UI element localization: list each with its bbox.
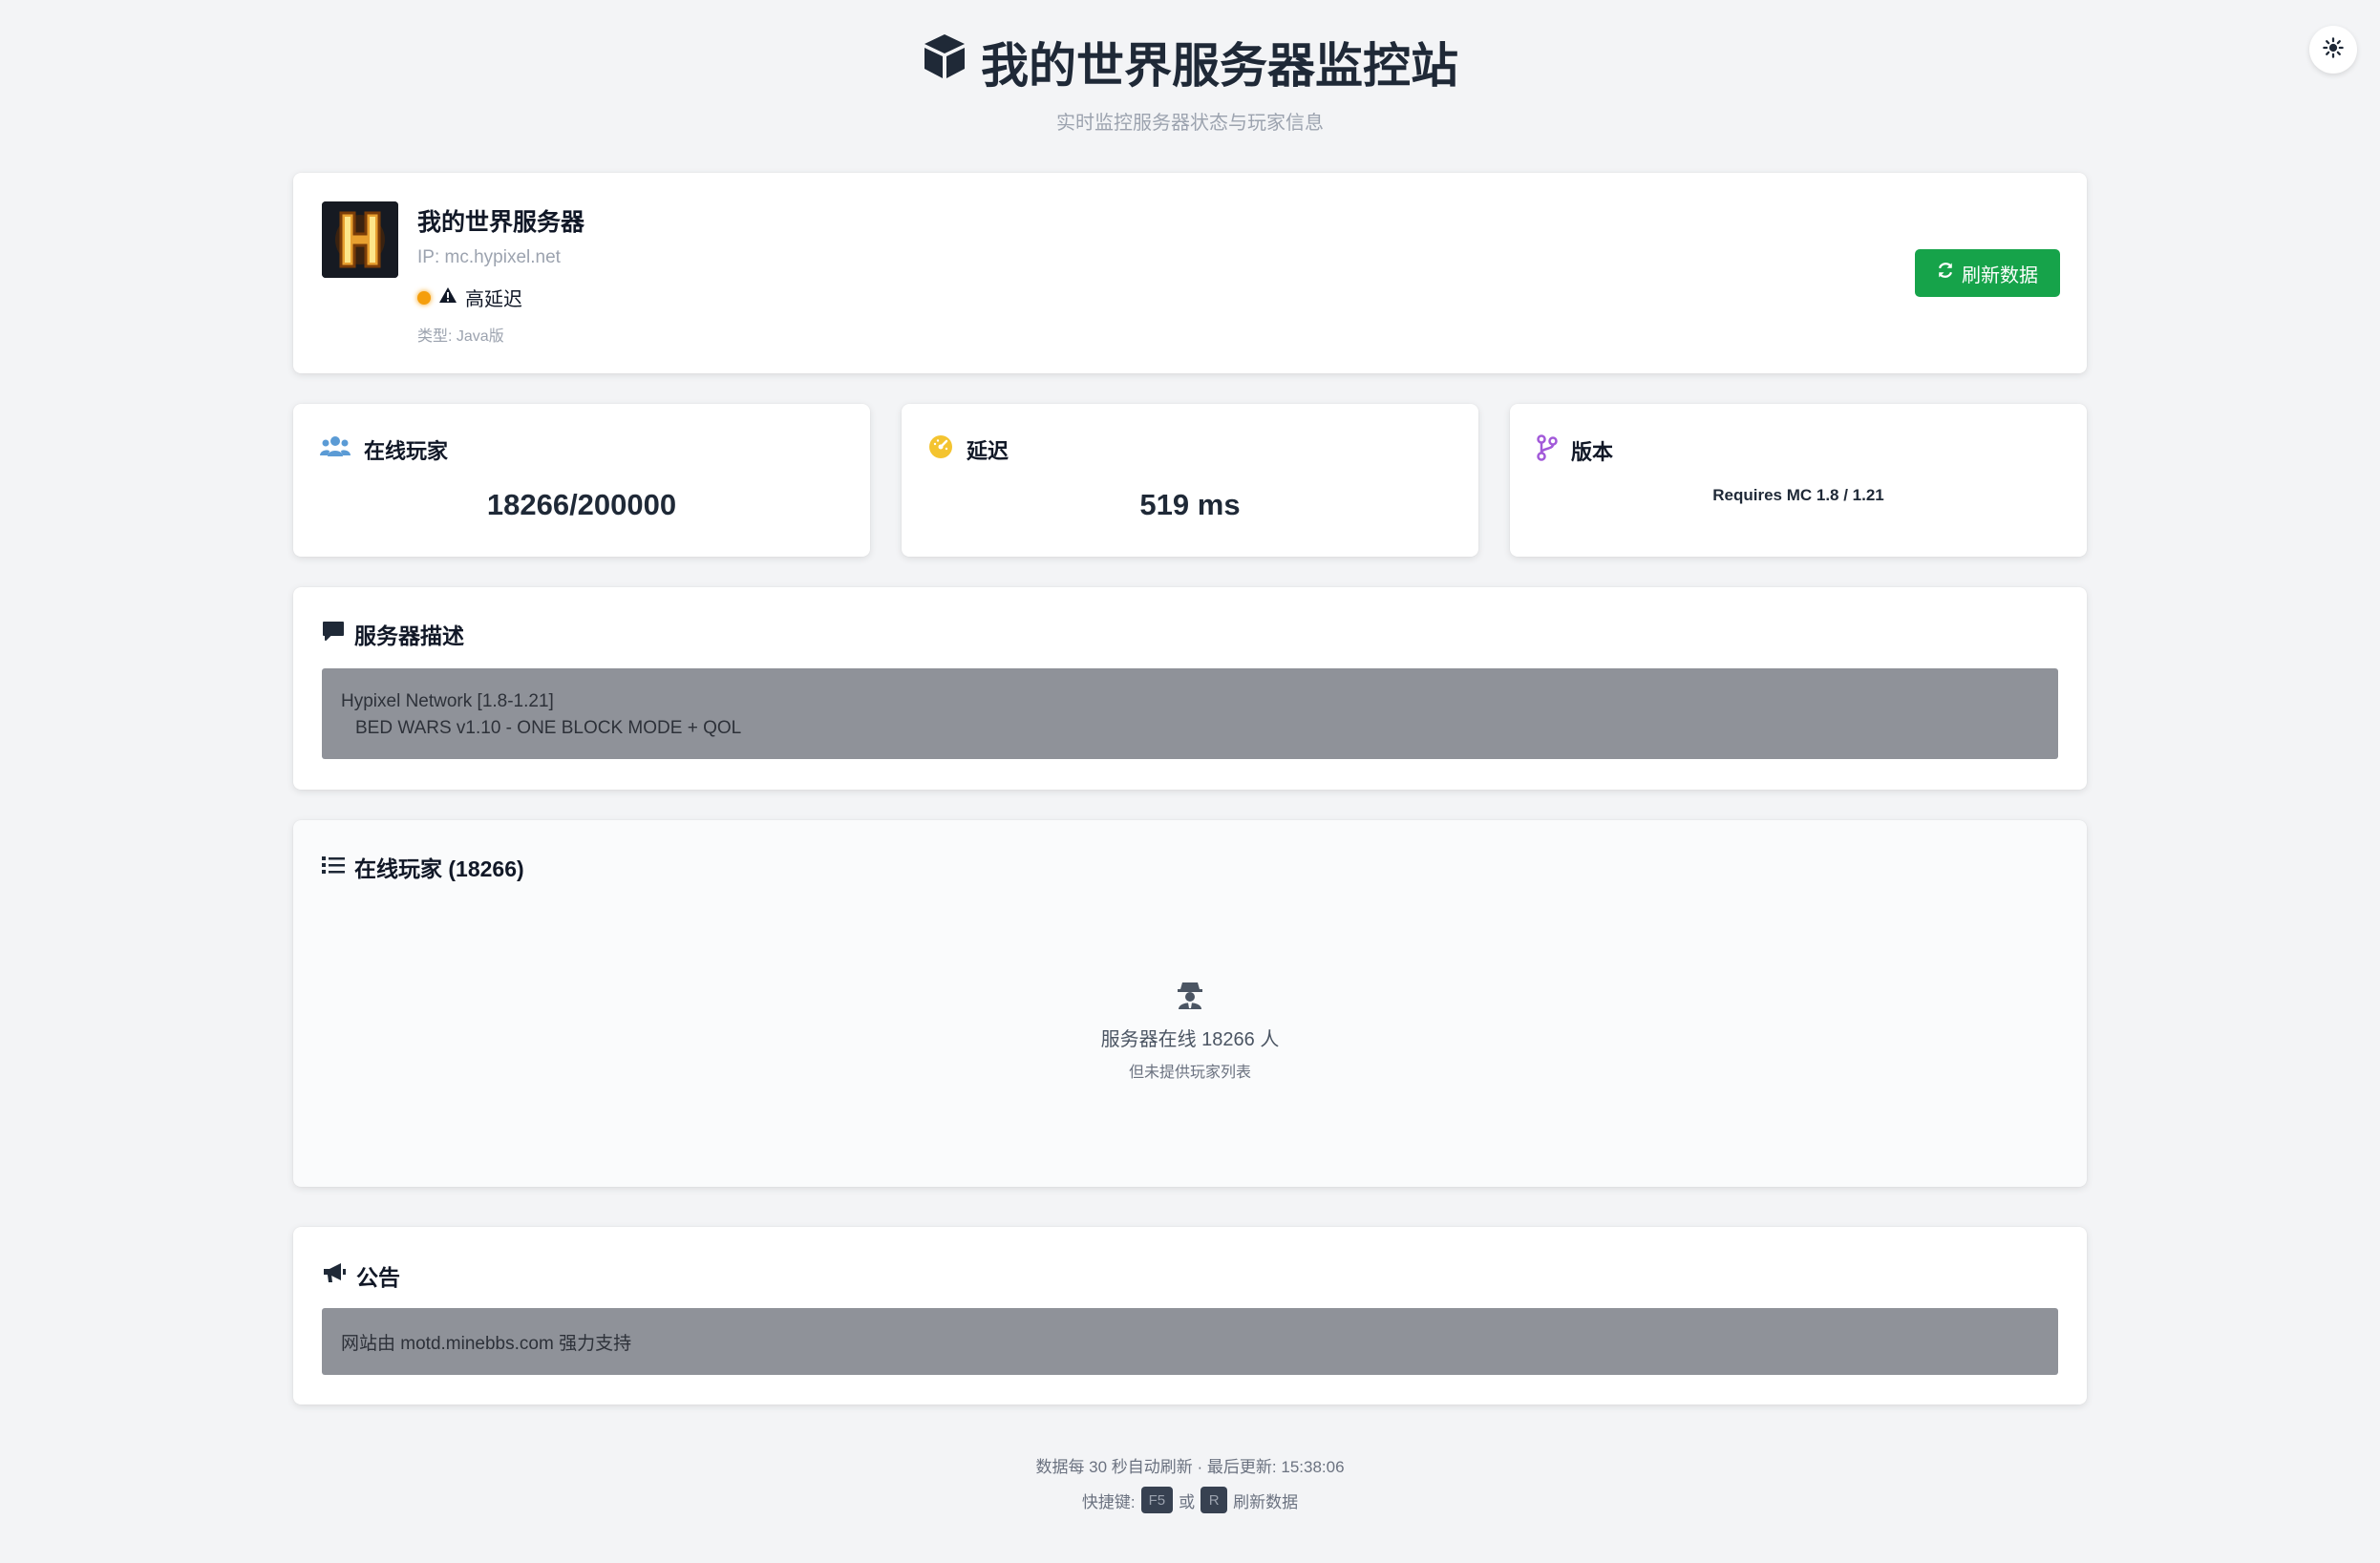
motd-box: Hypixel Network [1.8-1.21] BED WARS v1.1… [322, 668, 2058, 759]
status-dot [417, 290, 431, 305]
refresh-button[interactable]: 刷新数据 [1915, 249, 2060, 297]
motd-line-1: Hypixel Network [1.8-1.21] [341, 691, 554, 711]
server-favicon [322, 201, 398, 278]
page-subtitle: 实时监控服务器状态与玩家信息 [1056, 113, 1324, 134]
status-text: 高延迟 [465, 289, 522, 310]
users-icon [320, 435, 351, 464]
refresh-button-label: 刷新数据 [1962, 264, 2038, 286]
player-count-message: 服务器在线 18266 人 [1100, 1029, 1280, 1050]
player-list-header: 在线玩家 (18266) [322, 851, 524, 883]
latency-stat-label: 延迟 [967, 439, 1009, 463]
server-info-card: 我的世界服务器 IP: mc.hypixel.net 高延迟 类型: Java版… [293, 173, 2087, 373]
version-stat-header: 版本 [1537, 434, 1613, 467]
f5-key-badge: F5 [1140, 1487, 1174, 1513]
page-title-row: 我的世界服务器监控站 [922, 29, 1458, 95]
latency-stat-card: 延迟 519 ms [902, 404, 1478, 557]
server-ip: IP: mc.hypixel.net [417, 247, 561, 267]
players-stat-card: 在线玩家 18266/200000 [293, 404, 870, 557]
cube-icon [922, 32, 967, 92]
page-footer: 数据每 30 秒自动刷新 · 最后更新: 15:38:06 快捷键: F5 或 … [0, 1453, 2380, 1513]
server-description-card: 服务器描述 Hypixel Network [1.8-1.21] BED WAR… [293, 587, 2087, 790]
version-stat-card: 版本 Requires MC 1.8 / 1.21 [1510, 404, 2087, 557]
list-icon [322, 855, 345, 880]
server-name: 我的世界服务器 [417, 209, 585, 236]
player-list-empty-state: 服务器在线 18266 人 但未提供玩家列表 [293, 979, 2087, 1082]
shortcut-info: 快捷键: F5 或 R 刷新数据 [0, 1487, 2380, 1513]
player-list-card: 在线玩家 (18266) 服务器在线 18266 人 但未提供玩家列表 [293, 820, 2087, 1187]
announcement-box: 网站由 motd.minebbs.com 强力支持 [322, 1308, 2058, 1375]
players-stat-value: 18266/200000 [486, 488, 677, 521]
code-branch-icon [1537, 434, 1558, 467]
version-stat-value: Requires MC 1.8 / 1.21 [1712, 486, 1884, 504]
shortcut-action: 刷新数据 [1233, 1492, 1299, 1511]
page-header: 我的世界服务器监控站 实时监控服务器状态与玩家信息 [0, 29, 2380, 135]
announcement-card: 公告 网站由 motd.minebbs.com 强力支持 [293, 1227, 2087, 1405]
comment-icon [322, 621, 345, 647]
players-stat-header: 在线玩家 [320, 434, 448, 465]
description-title: 服务器描述 [354, 623, 464, 648]
player-list-title: 在线玩家 (18266) [354, 856, 524, 881]
user-secret-icon [293, 979, 2087, 1014]
shortcut-label: 快捷键: [1081, 1492, 1136, 1511]
bullhorn-icon [322, 1261, 347, 1290]
r-key-badge: R [1201, 1487, 1228, 1513]
refresh-icon [1937, 262, 1954, 285]
page-title: 我的世界服务器监控站 [981, 39, 1458, 93]
shortcut-or: 或 [1179, 1492, 1196, 1511]
motd-line-2: BED WARS v1.10 - ONE BLOCK MODE + QOL [355, 718, 742, 738]
announcement-title: 公告 [356, 1265, 400, 1290]
no-player-list-message: 但未提供玩家列表 [1128, 1065, 1251, 1081]
latency-stat-value: 519 ms [1139, 488, 1241, 521]
announcement-text: 网站由 motd.minebbs.com 强力支持 [341, 1333, 632, 1354]
warning-icon [438, 286, 457, 309]
players-stat-label: 在线玩家 [364, 439, 449, 463]
latency-stat-header: 延迟 [928, 434, 1009, 465]
announcement-header: 公告 [322, 1259, 400, 1292]
server-type: 类型: Java版 [417, 328, 504, 345]
description-header: 服务器描述 [322, 618, 464, 650]
server-status: 高延迟 [417, 284, 522, 311]
version-stat-label: 版本 [1571, 440, 1614, 464]
gauge-icon [928, 434, 953, 465]
refresh-info: 数据每 30 秒自动刷新 · 最后更新: 15:38:06 [1035, 1458, 1345, 1476]
